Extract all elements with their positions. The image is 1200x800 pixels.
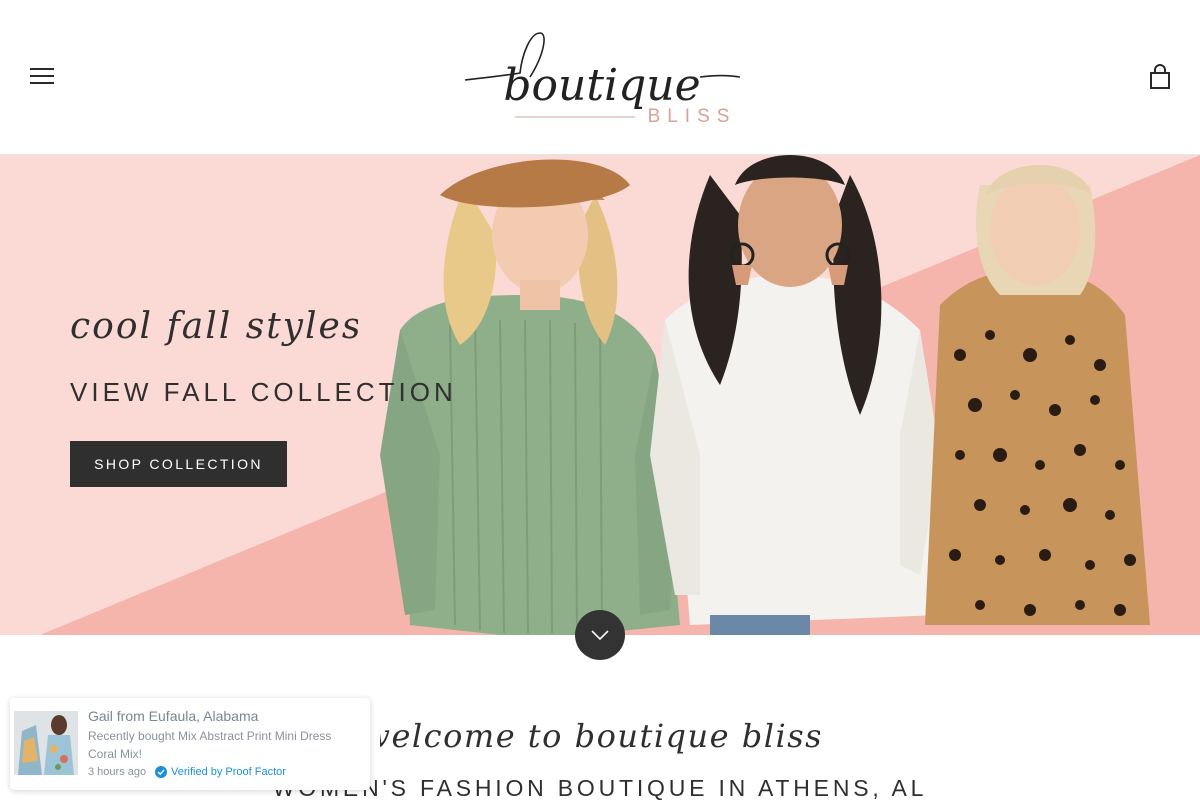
model-white-sweater	[650, 155, 940, 635]
svg-text:cool fall styles: cool fall styles	[70, 306, 358, 347]
logo-bliss-text: BLISS	[648, 106, 737, 127]
purchase-message: Recently bought Mix Abstract Print Mini …	[88, 729, 332, 761]
customer-name: Gail from Eufaula, Alabama	[88, 708, 259, 724]
chevron-down-icon	[591, 630, 609, 641]
purchase-time: 3 hours ago	[88, 766, 147, 778]
verified-badge[interactable]: Verified by Proof Factor	[155, 766, 286, 778]
scroll-down-button[interactable]	[575, 610, 625, 660]
welcome-script-text: welcome to boutique bliss!	[380, 717, 820, 755]
boutique-bliss-logo[interactable]: boutique BLISS	[460, 25, 745, 135]
recent-purchase-popup[interactable]: Gail from Eufaula, Alabama Recently boug…	[10, 698, 370, 790]
hero-script-text: cool fall styles	[70, 306, 358, 347]
shop-collection-button[interactable]: SHOP COLLECTION	[70, 441, 287, 487]
verified-check-icon	[155, 766, 167, 778]
hero-models-image	[380, 155, 1150, 635]
shopping-bag-icon[interactable]	[1149, 64, 1171, 90]
hero-heading: VIEW FALL COLLECTION	[70, 377, 457, 407]
logo-script-text: boutique	[503, 60, 700, 111]
logo-mark: boutique BLISS	[464, 32, 741, 127]
product-thumbnail	[14, 711, 78, 775]
model-leopard-dress	[925, 165, 1150, 625]
hero-banner: cool fall styles VIEW FALL COLLECTION SH…	[0, 155, 1200, 635]
svg-text:welcome to boutique bliss!: welcome to boutique bliss!	[380, 717, 820, 755]
site-header: boutique BLISS	[0, 0, 1200, 155]
page: boutique BLISS cool fall styles VIEW FAL…	[0, 0, 1200, 800]
hamburger-menu-icon[interactable]	[30, 68, 54, 86]
verified-label: Verified by Proof Factor	[171, 766, 286, 778]
